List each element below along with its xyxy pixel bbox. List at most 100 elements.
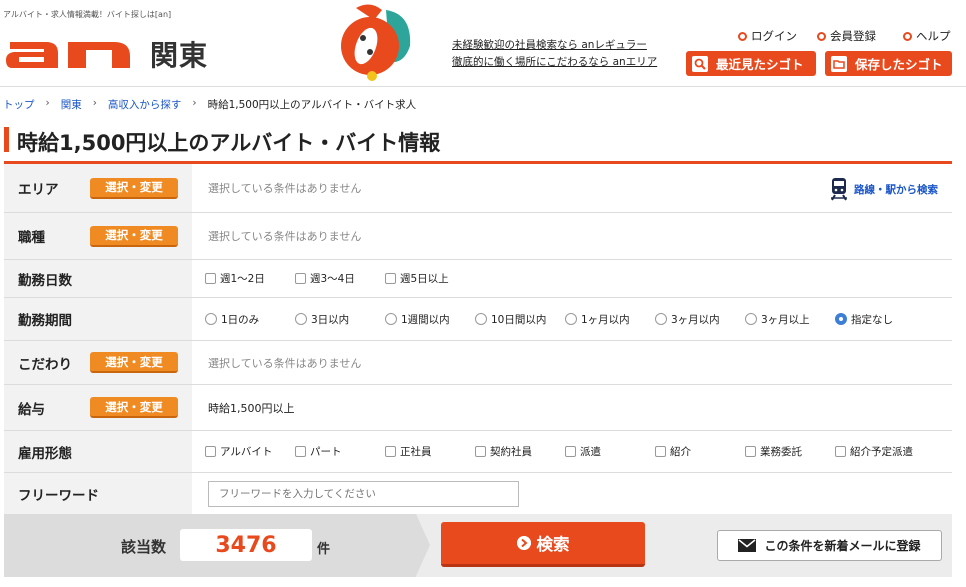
saved-jobs-button[interactable]: 保存したシゴト <box>825 51 952 76</box>
employment-option[interactable]: 業務委託 <box>745 444 802 459</box>
mail-register-label: この条件を新着メールに登録 <box>764 539 921 553</box>
period-option[interactable]: 3日以内 <box>295 312 349 327</box>
days-option[interactable]: 週1〜2日 <box>205 271 265 286</box>
register-link[interactable]: 会員登録 <box>817 28 876 44</box>
days-options: 週1〜2日 週3〜4日 週5日以上 <box>192 260 952 297</box>
checkbox-icon <box>565 446 576 457</box>
row-kodawari: こだわり 選択・変更 選択している条件はありません <box>4 341 952 385</box>
search-form: エリア 選択・変更 選択している条件はありません 路線・駅から検索 職種 選択・… <box>4 164 952 514</box>
row-job-label-cell: 職種 選択・変更 <box>4 213 192 259</box>
promo-link-regular[interactable]: 未経験歓迎の社員検索なら anレギュラー <box>452 37 647 52</box>
period-option-label: 3ヶ月以内 <box>671 313 720 326</box>
salary-change-button[interactable]: 選択・変更 <box>90 397 178 418</box>
employment-option[interactable]: 正社員 <box>385 444 432 459</box>
employment-option-label: 派遣 <box>580 446 601 458</box>
recent-jobs-label: 最近見たシゴト <box>716 57 804 72</box>
checkbox-icon <box>475 446 486 457</box>
login-link[interactable]: ログイン <box>738 28 797 44</box>
job-value: 選択している条件はありません <box>192 213 952 259</box>
period-option-selected[interactable]: 指定なし <box>835 312 893 327</box>
count-label: 該当数 <box>121 538 167 556</box>
days-option[interactable]: 週3〜4日 <box>295 271 355 286</box>
station-search-label: 路線・駅から検索 <box>854 183 938 196</box>
chevron-right-icon: › <box>45 97 50 109</box>
row-period: 勤務期間 1日のみ 3日以内 1週間以内 10日間以内 1ヶ月以内 3ヶ月以内 … <box>4 298 952 341</box>
row-freeword: フリーワード <box>4 473 952 514</box>
job-label: 職種 <box>18 230 45 246</box>
freeword-input[interactable] <box>208 480 519 507</box>
an-logo[interactable] <box>6 36 134 70</box>
search-button-label: 検索 <box>536 535 570 554</box>
period-option[interactable]: 1ヶ月以内 <box>565 312 630 327</box>
checkbox-icon <box>385 273 396 284</box>
employment-option-label: 契約社員 <box>490 446 532 458</box>
mail-register-button[interactable]: この条件を新着メールに登録 <box>717 530 942 561</box>
checkbox-icon <box>385 446 396 457</box>
help-link[interactable]: ヘルプ <box>903 28 951 44</box>
row-period-label-cell: 勤務期間 <box>4 298 192 340</box>
salary-label: 給与 <box>18 401 45 418</box>
period-option-label: 指定なし <box>851 313 893 326</box>
checkbox-icon <box>655 446 666 457</box>
job-change-button[interactable]: 選択・変更 <box>90 225 178 247</box>
radio-icon <box>565 313 577 325</box>
period-option[interactable]: 1週間以内 <box>385 312 450 327</box>
train-icon <box>831 178 847 201</box>
breadcrumb-current: 時給1,500円以上のアルバイト・バイト求人 <box>207 99 417 111</box>
checkbox-icon <box>745 446 756 457</box>
radio-icon <box>385 313 397 325</box>
checkbox-icon <box>205 273 216 284</box>
period-option[interactable]: 1日のみ <box>205 312 259 327</box>
breadcrumb-kanto[interactable]: 関東 <box>61 97 82 112</box>
radio-icon <box>295 313 307 325</box>
period-option-label: 10日間以内 <box>491 313 547 326</box>
kodawari-value: 選択している条件はありません <box>192 341 952 384</box>
radio-icon <box>475 313 487 325</box>
bullet-icon <box>738 31 747 41</box>
employment-option-label: 正社員 <box>400 446 432 458</box>
search-button[interactable]: 検索 <box>441 522 645 567</box>
breadcrumb-high-income[interactable]: 高収入から探す <box>108 97 182 112</box>
kodawari-label: こだわり <box>18 356 72 373</box>
period-option[interactable]: 10日間以内 <box>475 312 546 327</box>
page: アルバイト・求人情報満載！バイト探しは[an] 関東 未経験歓迎の社員検索なら … <box>0 0 966 587</box>
area-change-button[interactable]: 選択・変更 <box>90 177 178 199</box>
result-bar: 該当数 3476 件 検索 この条件を新着メールに登録 <box>4 514 952 577</box>
chevron-right-icon: › <box>192 97 197 109</box>
employment-option[interactable]: 契約社員 <box>475 444 532 459</box>
employment-option[interactable]: 派遣 <box>565 444 601 459</box>
station-search-link[interactable]: 路線・駅から検索 <box>829 177 938 201</box>
area-value: 選択している条件はありません 路線・駅から検索 <box>192 164 952 212</box>
employment-option-label: 紹介 <box>670 446 691 458</box>
magnifier-icon <box>692 55 708 72</box>
breadcrumb-top[interactable]: トップ <box>3 97 35 112</box>
employment-option[interactable]: アルバイト <box>205 444 272 459</box>
bullet-icon <box>817 31 826 41</box>
days-option[interactable]: 週5日以上 <box>385 271 449 286</box>
checkbox-icon <box>205 446 216 457</box>
promo-link-area[interactable]: 徹底的に働く場所にこだわるなら anエリア <box>452 54 657 69</box>
period-option-label: 1週間以内 <box>401 313 450 326</box>
breadcrumb: トップ › 関東 › 高収入から探す › 時給1,500円以上のアルバイト・バイ… <box>3 97 416 112</box>
employment-option[interactable]: 紹介予定派遣 <box>835 444 913 459</box>
row-employment: 雇用形態 アルバイト パート 正社員 契約社員 派遣 紹介 業務委託 紹介予定派… <box>4 431 952 473</box>
employment-option[interactable]: 紹介 <box>655 444 691 459</box>
radio-icon <box>745 313 757 325</box>
row-employment-label-cell: 雇用形態 <box>4 431 192 472</box>
radio-selected-icon <box>835 313 847 325</box>
period-option[interactable]: 3ヶ月以内 <box>655 312 720 327</box>
row-freeword-label-cell: フリーワード <box>4 473 192 514</box>
kodawari-change-button[interactable]: 選択・変更 <box>90 352 178 373</box>
row-area-label-cell: エリア 選択・変更 <box>4 164 192 212</box>
employment-option[interactable]: パート <box>295 444 342 459</box>
freeword-value <box>192 473 952 514</box>
period-option-label: 1ヶ月以内 <box>581 313 630 326</box>
period-option-label: 3ヶ月以上 <box>761 313 810 326</box>
period-label: 勤務期間 <box>18 313 72 329</box>
recent-jobs-button[interactable]: 最近見たシゴト <box>686 51 816 76</box>
row-days: 勤務日数 週1〜2日 週3〜4日 週5日以上 <box>4 260 952 298</box>
employment-option-label: アルバイト <box>220 446 273 458</box>
period-option[interactable]: 3ヶ月以上 <box>745 312 810 327</box>
days-label: 勤務日数 <box>18 272 72 289</box>
area-none-text: 選択している条件はありません <box>208 182 362 195</box>
